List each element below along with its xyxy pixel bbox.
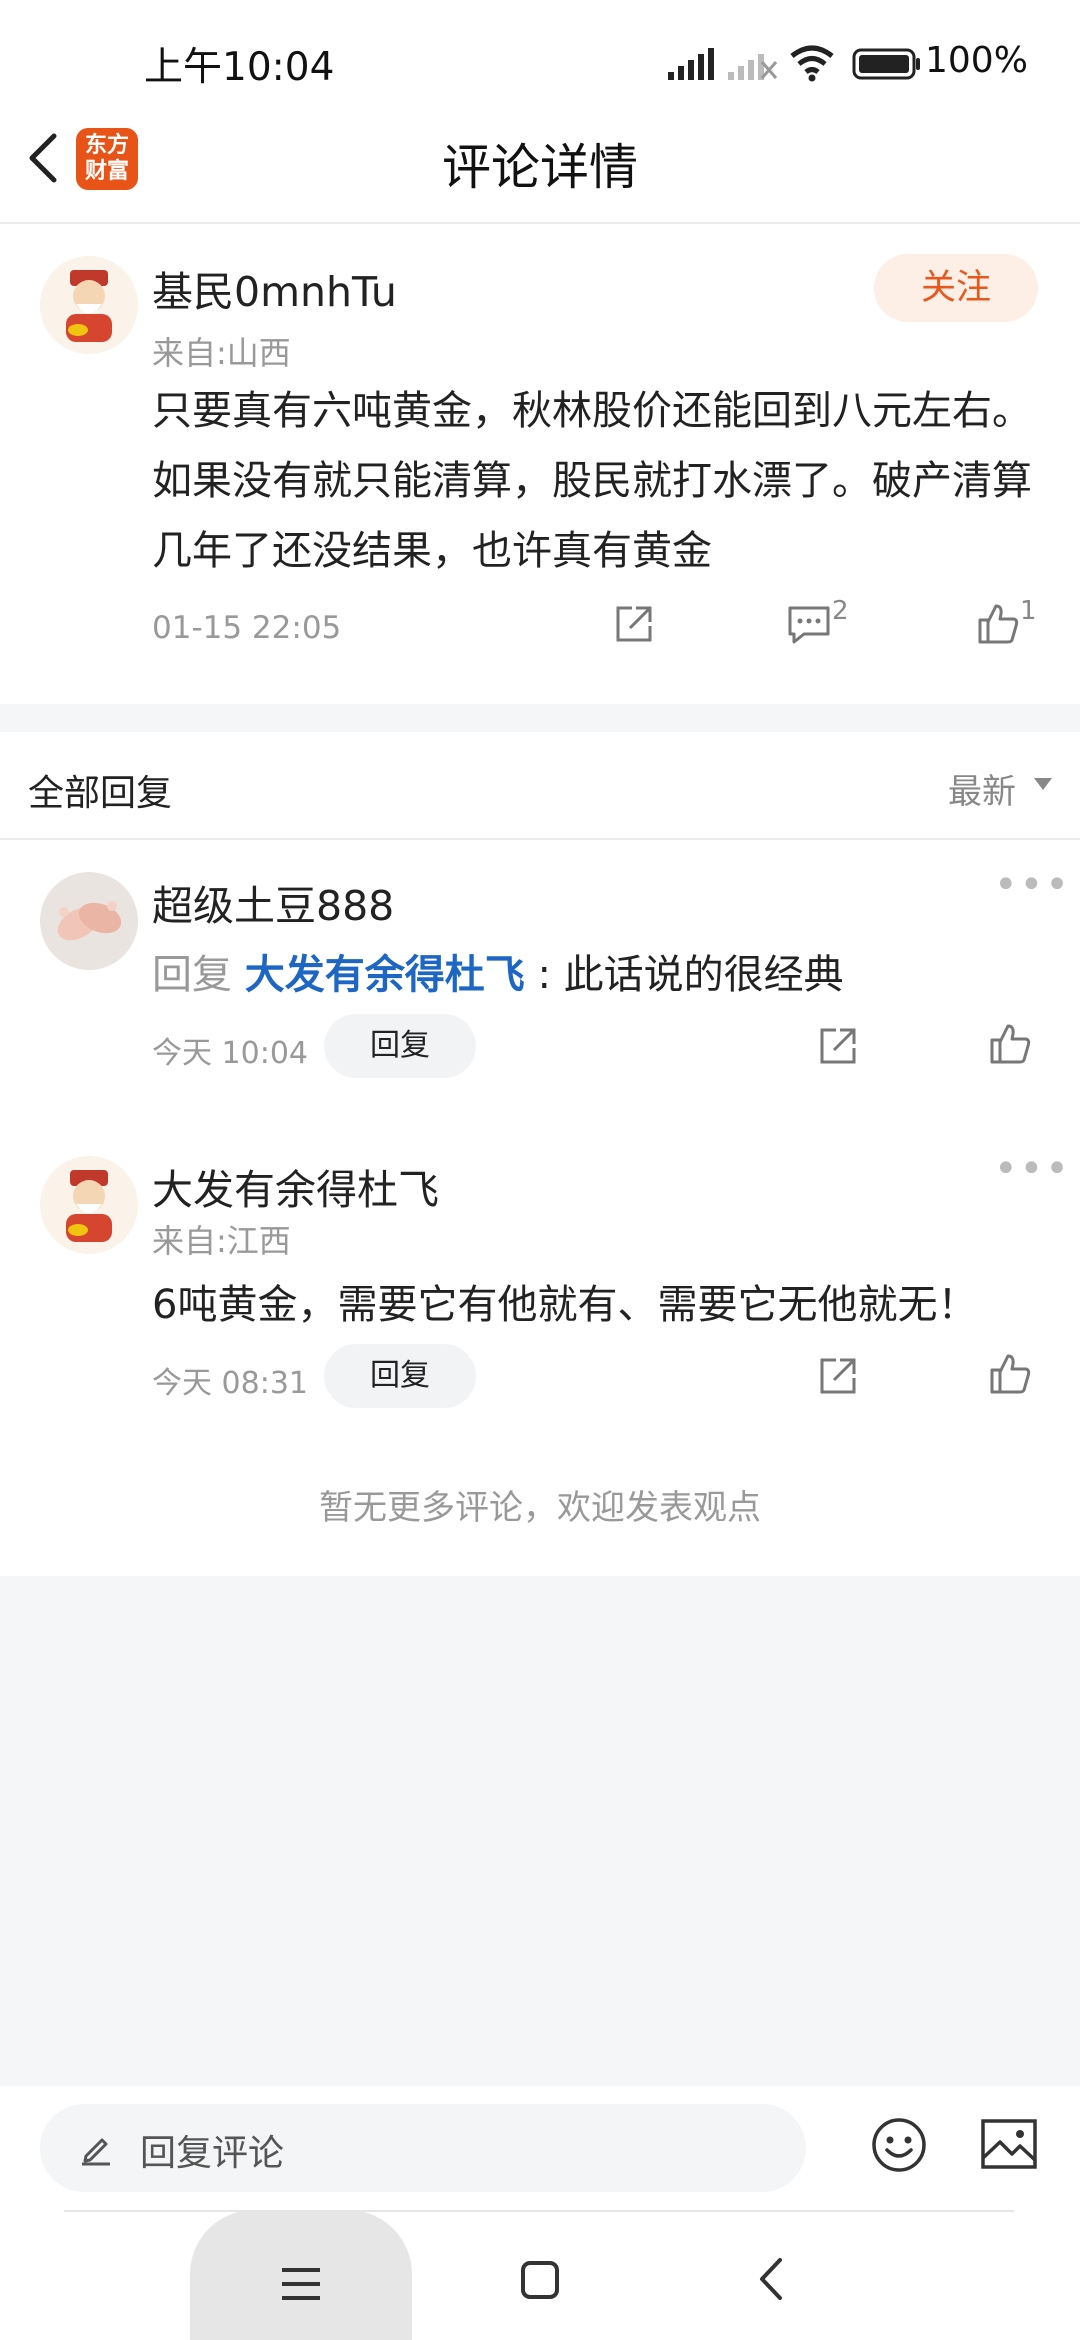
fortune-god-avatar-icon	[40, 256, 138, 354]
more-options-icon[interactable]: •••	[994, 862, 1071, 908]
comment-count: 2	[832, 596, 849, 626]
follow-button[interactable]: 关注	[874, 254, 1038, 322]
menu-icon[interactable]	[280, 2264, 322, 2304]
share-icon[interactable]	[816, 1354, 860, 1398]
header-bar: 东方 财富 评论详情	[0, 100, 1080, 224]
bottom-bar: 回复评论	[0, 2086, 1080, 2340]
home-icon[interactable]	[520, 2260, 560, 2300]
reply-prefix: 回复	[152, 952, 232, 998]
no-more-comments: 暂无更多评论，欢迎发表观点	[319, 1488, 761, 1528]
more-options-icon[interactable]: •••	[994, 1146, 1071, 1192]
like-icon[interactable]	[976, 602, 1020, 646]
share-icon[interactable]	[612, 602, 656, 646]
signal-off-icon	[728, 54, 778, 80]
avatar[interactable]	[40, 872, 138, 970]
battery-level: 100%	[925, 40, 1028, 81]
dropdown-arrow-icon[interactable]	[1034, 778, 1052, 790]
replies-section: 全部回复 最新 超级土豆888 ••• 回复 大发有余得杜飞 : 此话说的很经典…	[0, 732, 1080, 1576]
reply-date: 今天 10:04	[152, 1036, 308, 1071]
nav-back-icon[interactable]	[756, 2256, 786, 2302]
comment-author[interactable]: 基民0mnhTu	[152, 258, 397, 318]
reply-author[interactable]: 大发有余得杜飞	[152, 1156, 439, 1216]
emoji-icon[interactable]	[870, 2116, 928, 2174]
avatar[interactable]	[40, 1156, 138, 1254]
reply-button[interactable]: 回复	[324, 1014, 476, 1078]
reply-text-line: 回复 大发有余得杜飞 : 此话说的很经典	[152, 942, 844, 1000]
fortune-god-avatar-icon	[40, 1156, 138, 1254]
page-title: 评论详情	[441, 139, 638, 196]
battery-icon	[852, 48, 920, 80]
replies-header: 全部回复 最新	[0, 732, 1080, 840]
comment-icon[interactable]	[786, 602, 832, 646]
status-time: 上午10:04	[144, 45, 335, 90]
reply-text: : 此话说的很经典	[537, 952, 844, 998]
replies-title: 全部回复	[28, 773, 173, 814]
main-comment-card: 基民0mnhTu 来自:山西 关注 只要真有六吨黄金，秋林股价还能回到八元左右。…	[0, 224, 1080, 704]
reply-input[interactable]: 回复评论	[40, 2104, 806, 2192]
like-count: 1	[1020, 596, 1037, 626]
wifi-icon	[790, 45, 834, 82]
reply-target-link[interactable]: 大发有余得杜飞	[245, 952, 525, 998]
reply-button[interactable]: 回复	[324, 1344, 476, 1408]
reply-location: 来自:江西	[152, 1222, 291, 1260]
avatar[interactable]	[40, 256, 138, 354]
reply-input-placeholder: 回复评论	[140, 2133, 285, 2174]
sort-select[interactable]: 最新	[948, 764, 1016, 813]
signal-icon	[668, 48, 714, 80]
reply-author[interactable]: 超级土豆888	[152, 872, 394, 932]
like-icon[interactable]	[988, 1022, 1032, 1066]
comment-date: 01-15 22:05	[152, 610, 342, 646]
baby-feet-avatar-icon	[40, 872, 138, 970]
divider	[64, 2210, 1014, 2212]
reply-date: 今天 08:31	[152, 1366, 308, 1401]
reply-text: 6吨黄金，需要它有他就有、需要它无他就无！	[152, 1282, 978, 1328]
comment-text: 只要真有六吨黄金，秋林股价还能回到八元左右。如果没有就只能清算，股民就打水漂了。…	[152, 388, 1032, 574]
share-icon[interactable]	[816, 1024, 860, 1068]
image-icon[interactable]	[980, 2118, 1038, 2170]
like-icon[interactable]	[988, 1352, 1032, 1396]
pencil-icon	[82, 2138, 110, 2166]
comment-location: 来自:山西	[152, 334, 291, 372]
